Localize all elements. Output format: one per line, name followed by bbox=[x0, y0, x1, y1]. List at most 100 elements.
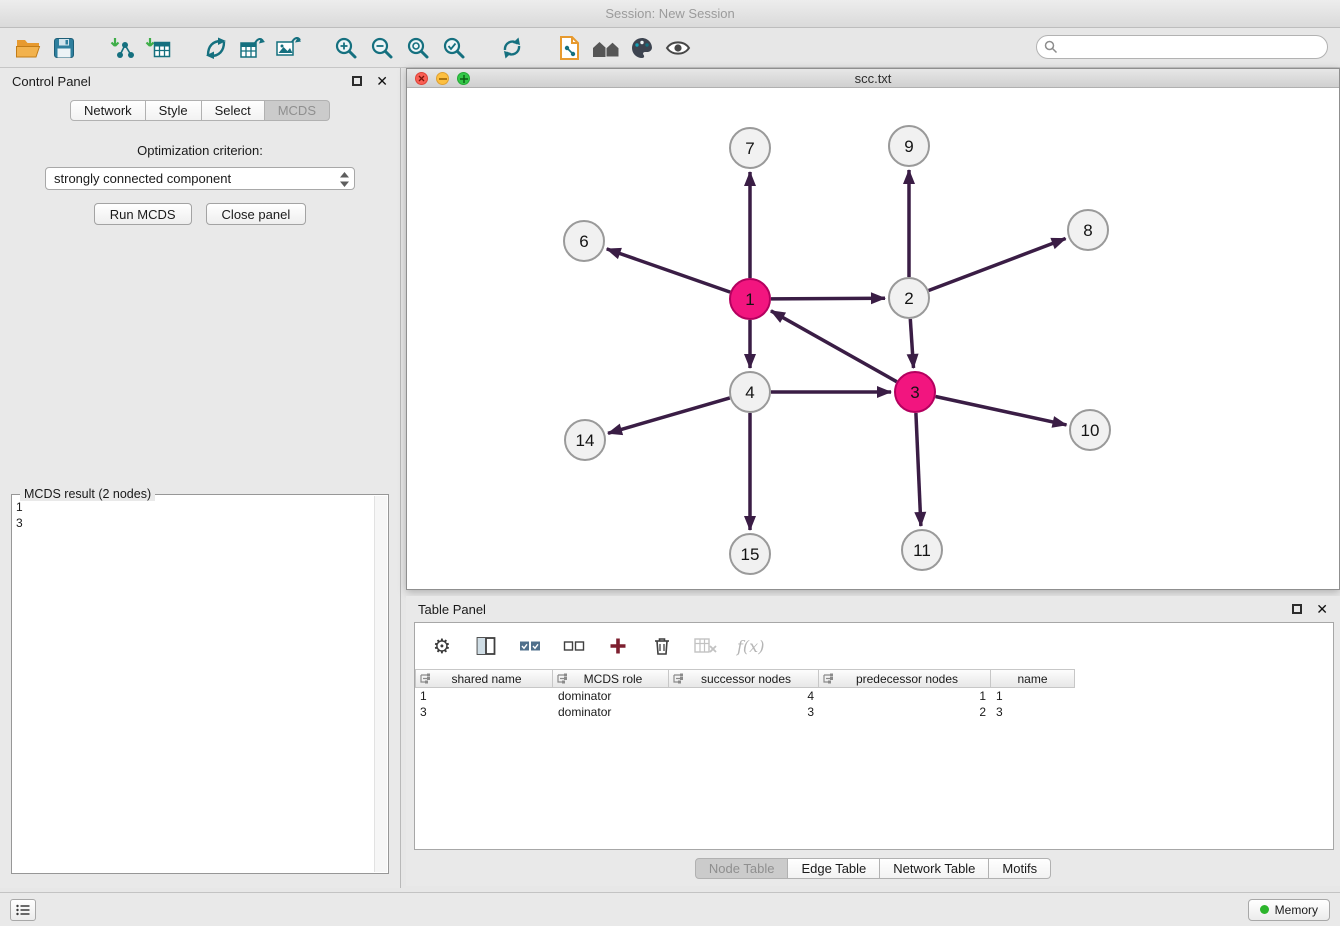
tab-select[interactable]: Select bbox=[202, 100, 265, 121]
network-node[interactable]: 7 bbox=[730, 128, 770, 168]
column-header-mcds-role[interactable]: MCDS role bbox=[553, 669, 669, 688]
style-palette-icon bbox=[629, 36, 655, 60]
select-all-rows-button[interactable] bbox=[517, 633, 543, 659]
export-image-button[interactable] bbox=[270, 31, 306, 65]
result-scrollbar[interactable] bbox=[374, 496, 387, 872]
network-node[interactable]: 6 bbox=[564, 221, 604, 261]
mcds-result-list: 13 bbox=[16, 499, 368, 869]
export-table-button[interactable] bbox=[234, 31, 270, 65]
panel-menu-button[interactable] bbox=[10, 899, 36, 921]
node-label: 8 bbox=[1083, 221, 1092, 240]
import-table-button[interactable] bbox=[140, 31, 176, 65]
network-edge[interactable] bbox=[771, 311, 897, 382]
select-all-icon bbox=[519, 639, 541, 653]
show-graphics-button[interactable] bbox=[660, 31, 696, 65]
network-node[interactable]: 9 bbox=[889, 126, 929, 166]
table-cell: dominator bbox=[553, 688, 669, 704]
plus-icon bbox=[609, 637, 627, 655]
window-minimize-button[interactable] bbox=[436, 72, 449, 85]
network-edge[interactable] bbox=[916, 413, 921, 526]
table-settings-button[interactable]: ⚙ bbox=[429, 633, 455, 659]
network-edge[interactable] bbox=[607, 249, 731, 292]
network-edge[interactable] bbox=[608, 398, 730, 433]
network-node[interactable]: 14 bbox=[565, 420, 605, 460]
refresh-button[interactable] bbox=[494, 31, 530, 65]
delete-table-button[interactable] bbox=[693, 633, 719, 659]
tab-style[interactable]: Style bbox=[146, 100, 202, 121]
network-node[interactable]: 15 bbox=[730, 534, 770, 574]
trash-icon bbox=[653, 636, 671, 656]
home-button[interactable] bbox=[588, 31, 624, 65]
apply-layout-button[interactable] bbox=[198, 31, 234, 65]
zoom-out-icon bbox=[370, 36, 394, 60]
tab-node-table[interactable]: Node Table bbox=[695, 858, 789, 879]
tab-mcds[interactable]: MCDS bbox=[265, 100, 330, 121]
zoom-fit-button[interactable] bbox=[400, 31, 436, 65]
minimize-icon bbox=[439, 78, 447, 80]
close-mcds-panel-button[interactable]: Close panel bbox=[206, 203, 307, 225]
column-header-successor-nodes[interactable]: successor nodes bbox=[669, 669, 819, 688]
network-node[interactable]: 4 bbox=[730, 372, 770, 412]
network-edge[interactable] bbox=[929, 239, 1066, 291]
mcds-result-line: 1 bbox=[16, 499, 368, 515]
network-window-title: scc.txt bbox=[407, 71, 1339, 86]
table-row[interactable]: 1dominator411 bbox=[415, 688, 1333, 704]
window-zoom-button[interactable] bbox=[457, 72, 470, 85]
sort-icon bbox=[823, 673, 834, 684]
run-mcds-button[interactable]: Run MCDS bbox=[94, 203, 192, 225]
delete-column-button[interactable] bbox=[649, 633, 675, 659]
column-header-shared-name[interactable]: shared name bbox=[415, 669, 553, 688]
search-field[interactable] bbox=[1036, 35, 1328, 59]
save-session-button[interactable] bbox=[46, 31, 82, 65]
table-cell: 1 bbox=[991, 688, 1075, 704]
network-node[interactable]: 10 bbox=[1070, 410, 1110, 450]
zoom-out-button[interactable] bbox=[364, 31, 400, 65]
close-table-panel-button[interactable]: ✕ bbox=[1316, 602, 1328, 616]
network-node[interactable]: 8 bbox=[1068, 210, 1108, 250]
tab-network[interactable]: Network bbox=[70, 100, 146, 121]
node-label: 14 bbox=[576, 431, 595, 450]
network-view-window: scc.txt 1 2 3 4 6 7 8 9 10 11 14 15 bbox=[406, 68, 1340, 590]
network-node[interactable]: 1 bbox=[730, 279, 770, 319]
node-label: 3 bbox=[910, 383, 919, 402]
column-header-predecessor-nodes[interactable]: predecessor nodes bbox=[819, 669, 991, 688]
show-columns-button[interactable] bbox=[473, 633, 499, 659]
table-row[interactable]: 3dominator323 bbox=[415, 704, 1333, 720]
zoom-selected-icon bbox=[442, 36, 466, 60]
network-node[interactable]: 3 bbox=[895, 372, 935, 412]
tab-network-table[interactable]: Network Table bbox=[880, 858, 989, 879]
network-canvas[interactable]: 1 2 3 4 6 7 8 9 10 11 14 15 bbox=[407, 89, 1339, 589]
window-close-button[interactable] bbox=[415, 72, 428, 85]
table-panel-tabs: Node Table Edge Table Network Table Moti… bbox=[406, 858, 1340, 879]
tab-motifs[interactable]: Motifs bbox=[989, 858, 1051, 879]
memory-status-icon bbox=[1260, 905, 1269, 914]
tab-edge-table[interactable]: Edge Table bbox=[788, 858, 880, 879]
control-panel: Control Panel ✕ Network Style Select MCD… bbox=[0, 68, 401, 888]
create-column-button[interactable] bbox=[605, 633, 631, 659]
open-file-button[interactable] bbox=[10, 31, 46, 65]
network-node[interactable]: 11 bbox=[902, 530, 942, 570]
network-edge[interactable] bbox=[771, 298, 885, 299]
search-input[interactable] bbox=[1058, 40, 1327, 54]
network-edge[interactable] bbox=[910, 319, 913, 368]
deselect-all-icon bbox=[563, 639, 585, 653]
close-panel-button[interactable]: ✕ bbox=[376, 74, 388, 88]
zoom-selected-button[interactable] bbox=[436, 31, 472, 65]
optimization-criterion-select[interactable]: strongly connected component bbox=[45, 167, 355, 190]
float-panel-button[interactable] bbox=[352, 76, 362, 86]
import-network-button[interactable] bbox=[104, 31, 140, 65]
table-panel-title: Table Panel bbox=[418, 602, 1292, 617]
memory-button[interactable]: Memory bbox=[1248, 899, 1330, 921]
zoom-in-button[interactable] bbox=[328, 31, 364, 65]
node-table-area: ⚙ bbox=[414, 622, 1334, 850]
network-edge[interactable] bbox=[936, 397, 1067, 425]
function-builder-button[interactable]: f(x) bbox=[737, 633, 764, 659]
deselect-all-rows-button[interactable] bbox=[561, 633, 587, 659]
float-table-panel-button[interactable] bbox=[1292, 604, 1302, 614]
column-header-name[interactable]: name bbox=[991, 669, 1075, 688]
select-stepper-icon bbox=[340, 172, 349, 187]
open-session-file-button[interactable] bbox=[552, 31, 588, 65]
optimization-criterion-value: strongly connected component bbox=[54, 171, 231, 186]
network-node[interactable]: 2 bbox=[889, 278, 929, 318]
style-button[interactable] bbox=[624, 31, 660, 65]
